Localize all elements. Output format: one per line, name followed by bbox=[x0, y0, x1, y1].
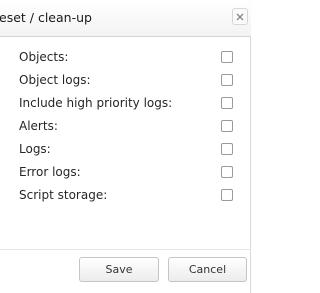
high-priority-logs-checkbox[interactable] bbox=[221, 97, 233, 109]
option-row-error-logs: Error logs: bbox=[0, 162, 251, 185]
option-row-script-storage: Script storage: bbox=[0, 185, 251, 208]
dialog-footer: Save Cancel bbox=[0, 249, 251, 293]
logs-checkbox[interactable] bbox=[221, 143, 233, 155]
error-logs-checkbox[interactable] bbox=[221, 166, 233, 178]
alerts-checkbox[interactable] bbox=[221, 120, 233, 132]
close-button[interactable] bbox=[232, 8, 248, 25]
reset-cleanup-dialog: eset / clean-up Objects: Object logs: In… bbox=[0, 0, 251, 293]
option-row-alerts: Alerts: bbox=[0, 116, 251, 139]
option-row-objects: Objects: bbox=[0, 47, 251, 70]
object-logs-checkbox[interactable] bbox=[221, 74, 233, 86]
dialog-titlebar: eset / clean-up bbox=[0, 0, 251, 37]
option-label: Objects: bbox=[19, 50, 69, 64]
save-button[interactable]: Save bbox=[79, 257, 159, 282]
option-label: Object logs: bbox=[19, 73, 91, 87]
cleanup-options-list: Objects: Object logs: Include high prior… bbox=[0, 47, 251, 208]
option-label: Error logs: bbox=[19, 165, 81, 179]
option-row-logs: Logs: bbox=[0, 139, 251, 162]
close-icon bbox=[236, 13, 244, 21]
objects-checkbox[interactable] bbox=[221, 51, 233, 63]
option-label: Include high priority logs: bbox=[19, 96, 173, 110]
dialog-title: eset / clean-up bbox=[0, 10, 92, 25]
option-label: Alerts: bbox=[19, 119, 58, 133]
option-label: Script storage: bbox=[19, 188, 108, 202]
option-row-object-logs: Object logs: bbox=[0, 70, 251, 93]
option-row-high-priority-logs: Include high priority logs: bbox=[0, 93, 251, 116]
script-storage-checkbox[interactable] bbox=[221, 189, 233, 201]
option-label: Logs: bbox=[19, 142, 51, 156]
cancel-button[interactable]: Cancel bbox=[168, 257, 247, 282]
